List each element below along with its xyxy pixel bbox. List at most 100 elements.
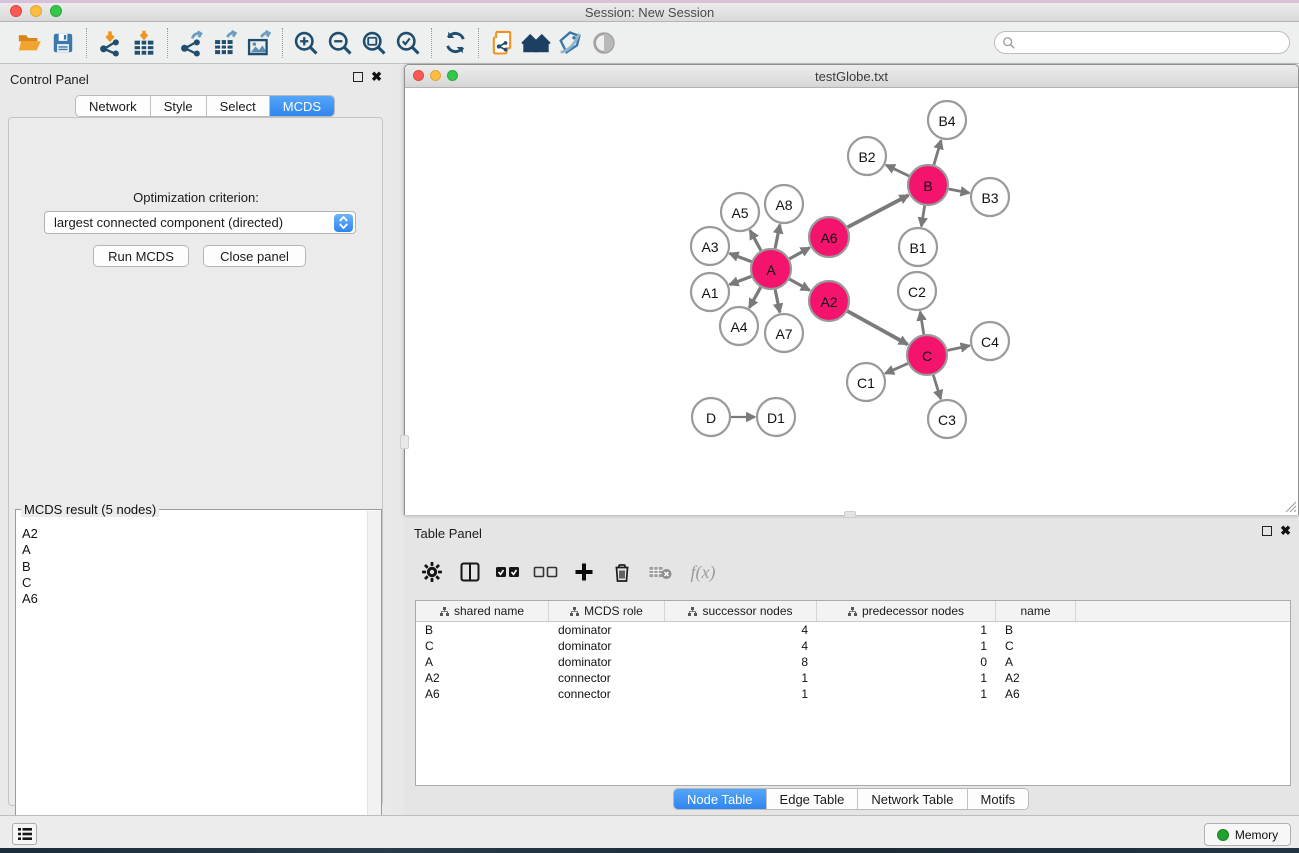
node-B4[interactable]: B4 (928, 101, 966, 139)
edge-A-A1[interactable] (730, 276, 752, 284)
table-row[interactable]: Cdominator41C (416, 638, 1290, 654)
close-panel-icon[interactable]: ✖ (371, 72, 382, 82)
node-A[interactable]: A (751, 249, 791, 289)
table-row[interactable]: Bdominator41B (416, 622, 1290, 638)
tab-mcds[interactable]: MCDS (270, 96, 334, 116)
function-builder-button[interactable]: f(x) (681, 555, 725, 589)
cell-name[interactable]: A6 (996, 687, 1076, 701)
import-table-button[interactable] (127, 26, 161, 60)
node-A6[interactable]: A6 (809, 217, 849, 257)
network-zoom-button[interactable] (447, 70, 458, 81)
splitter-handle[interactable] (400, 435, 409, 449)
close-window-button[interactable] (10, 5, 22, 17)
tab-select[interactable]: Select (207, 96, 270, 116)
edge-A2-C[interactable] (847, 311, 907, 344)
cell-shared-name[interactable]: A (416, 655, 549, 669)
node-A8[interactable]: A8 (765, 185, 803, 223)
node-B1[interactable]: B1 (899, 228, 937, 266)
cell-MCDS-role[interactable]: connector (549, 687, 665, 701)
table-row[interactable]: Adominator80A (416, 654, 1290, 670)
refresh-layout-button[interactable] (438, 26, 472, 60)
column-header-MCDS-role[interactable]: MCDS role (549, 601, 665, 621)
result-item-a6[interactable]: A6 (22, 591, 366, 607)
edge-A-A2[interactable] (789, 279, 809, 290)
cell-successor-nodes[interactable]: 4 (665, 639, 817, 653)
node-A7[interactable]: A7 (765, 314, 803, 352)
cell-MCDS-role[interactable]: dominator (549, 639, 665, 653)
float-panel-icon[interactable] (1262, 526, 1272, 536)
search-input[interactable] (1016, 36, 1289, 50)
node-B[interactable]: B (908, 165, 948, 205)
node-C4[interactable]: C4 (971, 322, 1009, 360)
node-C3[interactable]: C3 (928, 400, 966, 438)
minimize-window-button[interactable] (30, 5, 42, 17)
edge-B-B3[interactable] (949, 189, 970, 193)
edge-A-A7[interactable] (775, 290, 780, 313)
close-panel-icon[interactable]: ✖ (1280, 526, 1291, 536)
cell-shared-name[interactable]: B (416, 623, 549, 637)
node-A5[interactable]: A5 (721, 193, 759, 231)
export-network-button[interactable] (174, 26, 208, 60)
select-all-rows-button[interactable] (491, 555, 525, 589)
edge-A-A6[interactable] (789, 248, 809, 259)
edge-A-A4[interactable] (749, 287, 760, 307)
cell-successor-nodes[interactable]: 1 (665, 687, 817, 701)
zoom-window-button[interactable] (50, 5, 62, 17)
edge-C-C1[interactable] (885, 364, 908, 374)
edge-A-A5[interactable] (750, 230, 761, 250)
cell-successor-nodes[interactable]: 8 (665, 655, 817, 669)
network-window-titlebar[interactable]: testGlobe.txt (405, 65, 1298, 88)
node-D1[interactable]: D1 (757, 398, 795, 436)
edge-C-C3[interactable] (933, 375, 940, 399)
zoom-out-button[interactable] (323, 26, 357, 60)
splitter-handle[interactable] (844, 511, 856, 518)
open-session-button[interactable] (12, 26, 46, 60)
node-B3[interactable]: B3 (971, 178, 1009, 216)
mcds-result-list[interactable]: A2ABCA6 (16, 518, 366, 852)
column-header-predecessor-nodes[interactable]: predecessor nodes (817, 601, 996, 621)
tab-motifs[interactable]: Motifs (968, 789, 1029, 809)
tab-style[interactable]: Style (151, 96, 207, 116)
delete-column-button[interactable] (605, 555, 639, 589)
node-C1[interactable]: C1 (847, 363, 885, 401)
memory-button[interactable]: Memory (1204, 823, 1291, 846)
tab-network[interactable]: Network (76, 96, 151, 116)
node-A1[interactable]: A1 (691, 273, 729, 311)
show-panels-button[interactable] (12, 823, 37, 845)
cell-predecessor-nodes[interactable]: 1 (817, 623, 996, 637)
deselect-all-rows-button[interactable] (529, 555, 563, 589)
edge-B-B1[interactable] (921, 206, 924, 227)
cell-name[interactable]: C (996, 639, 1076, 653)
network-canvas[interactable]: AA1A2A3A4A5A6A7A8BB1B2B3B4CC1C2C3C4DD1 (405, 88, 1298, 515)
close-panel-button[interactable]: Close panel (203, 245, 306, 267)
table-row[interactable]: A6connector11A6 (416, 686, 1290, 702)
column-header-successor-nodes[interactable]: successor nodes (665, 601, 817, 621)
edge-A6-B[interactable] (848, 195, 909, 227)
cell-name[interactable]: A2 (996, 671, 1076, 685)
result-item-b[interactable]: B (22, 559, 366, 575)
column-header-shared-name[interactable]: shared name (416, 601, 549, 621)
result-item-c[interactable]: C (22, 575, 366, 591)
node-A3[interactable]: A3 (691, 227, 729, 265)
edge-C-C4[interactable] (948, 346, 970, 351)
cell-shared-name[interactable]: A6 (416, 687, 549, 701)
cell-shared-name[interactable]: C (416, 639, 549, 653)
zoom-in-button[interactable] (289, 26, 323, 60)
cell-successor-nodes[interactable]: 4 (665, 623, 817, 637)
toggle-visibility-button[interactable] (587, 26, 621, 60)
delete-table-button[interactable] (643, 555, 677, 589)
result-item-a2[interactable]: A2 (22, 526, 366, 542)
node-A2[interactable]: A2 (809, 281, 849, 321)
cell-predecessor-nodes[interactable]: 1 (817, 671, 996, 685)
node-C[interactable]: C (907, 335, 947, 375)
network-close-button[interactable] (413, 70, 424, 81)
edge-B-B2[interactable] (886, 165, 909, 176)
cell-MCDS-role[interactable]: dominator (549, 655, 665, 669)
run-mcds-button[interactable]: Run MCDS (93, 245, 189, 267)
result-scrollbar[interactable] (367, 511, 381, 851)
clone-network-button[interactable] (485, 26, 519, 60)
cell-predecessor-nodes[interactable]: 1 (817, 639, 996, 653)
node-B2[interactable]: B2 (848, 137, 886, 175)
table-row[interactable]: A2connector11A2 (416, 670, 1290, 686)
tab-edge-table[interactable]: Edge Table (767, 789, 859, 809)
